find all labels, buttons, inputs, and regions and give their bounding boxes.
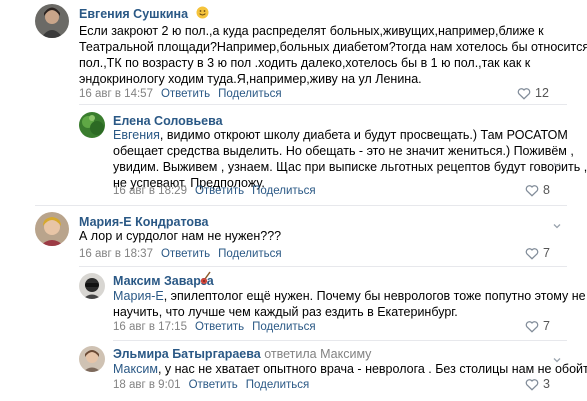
comment-date[interactable]: 18 авг в 9:01	[113, 379, 181, 391]
share-button[interactable]: Поделиться	[218, 248, 282, 260]
comment-author[interactable]: Мария-Е Кондратова	[79, 215, 209, 229]
divider	[79, 104, 567, 105]
avatar[interactable]	[79, 112, 105, 138]
heart-icon	[525, 320, 539, 333]
like-button[interactable]: 3	[525, 377, 550, 391]
author-name-link[interactable]: Эльмира Батыргараева	[113, 347, 261, 361]
comment-text-line: научить, что лучше чем каждый раз ездить…	[113, 305, 458, 319]
comment-meta: 18 авг в 9:01 Ответить Поделиться	[113, 379, 309, 391]
comment-author[interactable]: Максим Заварза	[113, 274, 214, 288]
chevron-down-icon[interactable]	[552, 355, 562, 365]
comment-text-line: Мария-Е, эпилептолог ещё нужен. Почему б…	[113, 288, 586, 304]
like-count: 3	[543, 377, 550, 391]
share-button[interactable]: Поделиться	[252, 321, 316, 333]
share-button[interactable]: Поделиться	[246, 379, 310, 391]
avatar[interactable]	[35, 4, 69, 38]
comment-text-line: обещает средства выделить. Но обещать - …	[113, 144, 574, 158]
chevron-down-icon[interactable]	[552, 221, 562, 231]
replied-to-link[interactable]: ответила Максиму	[264, 347, 371, 361]
like-button[interactable]: 12	[517, 86, 549, 100]
mention-link[interactable]: Мария-Е	[113, 289, 164, 303]
heart-icon	[525, 184, 539, 197]
mention-link[interactable]: Евгения	[113, 128, 160, 142]
comment-meta: 16 авг в 18:37 Ответить Поделиться	[79, 248, 282, 260]
comment-text: А лор и сурдолог нам не нужен???	[79, 228, 281, 244]
divider	[79, 266, 567, 267]
comment-text-fragment: , эпилептолог ещё нужен. Почему бы невро…	[163, 289, 586, 303]
heart-icon	[525, 247, 539, 260]
comment-text: Если закроют 2 ю пол.,а куда распределят…	[79, 23, 587, 87]
heart-icon	[525, 378, 539, 391]
like-button[interactable]: 7	[525, 246, 550, 260]
comment-text-line: пол.,ТК по возрасту в 3 ю пол .ходить да…	[79, 56, 531, 70]
like-count: 7	[543, 319, 550, 333]
comment-date[interactable]: 16 авг в 17:15	[113, 321, 187, 333]
comment-text-line: увидим. Выживем , узнаем. Щас при выписк…	[113, 160, 587, 174]
avatar[interactable]	[79, 273, 105, 299]
comment-date[interactable]: 16 авг в 18:37	[79, 248, 153, 260]
guitar-emoji-icon	[200, 271, 212, 288]
like-count: 8	[543, 183, 550, 197]
comment-text-line: Евгения, видимо откроют школу диабета и …	[113, 127, 587, 143]
avatar[interactable]	[79, 346, 105, 372]
like-count: 7	[543, 246, 550, 260]
comment-text: Мария-Е, эпилептолог ещё нужен. Почему б…	[113, 288, 586, 320]
mention-link[interactable]: Максим	[113, 362, 158, 376]
comment-meta: 16 авг в 14:57 Ответить Поделиться	[79, 88, 282, 100]
reply-button[interactable]: Ответить	[161, 88, 210, 100]
reply-button[interactable]: Ответить	[189, 379, 238, 391]
share-button[interactable]: Поделиться	[252, 185, 316, 197]
like-button[interactable]: 7	[525, 319, 550, 333]
comment-date[interactable]: 16 авг в 14:57	[79, 88, 153, 100]
reply-button[interactable]: Ответить	[161, 248, 210, 260]
avatar[interactable]	[35, 212, 69, 246]
comment-date[interactable]: 16 авг в 18:29	[113, 185, 187, 197]
comment-text-fragment: , у нас не хватает опытного врача - невр…	[157, 362, 587, 376]
comment-text-fragment: , видимо откроют школу диабета и будут п…	[159, 128, 568, 142]
comment-text: Евгения, видимо откроют школу диабета и …	[113, 127, 587, 191]
like-button[interactable]: 8	[525, 183, 550, 197]
like-count: 12	[535, 86, 549, 100]
smile-emoji-icon	[196, 6, 209, 22]
comment-meta: 16 авг в 18:29 Ответить Поделиться	[113, 185, 316, 197]
reply-button[interactable]: Ответить	[195, 321, 244, 333]
share-button[interactable]: Поделиться	[218, 88, 282, 100]
comment-text-line: Если закроют 2 ю пол.,а куда распределят…	[79, 24, 544, 38]
comment-author: Эльмира Батыргараева ответила Максиму	[113, 347, 371, 361]
comment-meta: 16 авг в 17:15 Ответить Поделиться	[113, 321, 316, 333]
divider	[113, 340, 567, 341]
comment-author[interactable]: Евгения Сушкина	[79, 7, 188, 21]
comment-text-line: А лор и сурдолог нам не нужен???	[79, 229, 282, 243]
divider	[35, 205, 567, 206]
heart-icon	[517, 87, 531, 100]
reply-button[interactable]: Ответить	[195, 185, 244, 197]
comment-author[interactable]: Елена Соловьева	[113, 114, 223, 128]
chevron-down-icon[interactable]	[552, 160, 562, 170]
comment-text: Максим, у нас не хватает опытного врача …	[113, 361, 587, 377]
comment-text-line: эндокринологу ходим туда.Я,например,живу…	[79, 72, 422, 86]
comment-text-line: Максим, у нас не хватает опытного врача …	[113, 361, 587, 377]
comment-text-line: Театральной площади?Например,больных диа…	[79, 40, 587, 54]
